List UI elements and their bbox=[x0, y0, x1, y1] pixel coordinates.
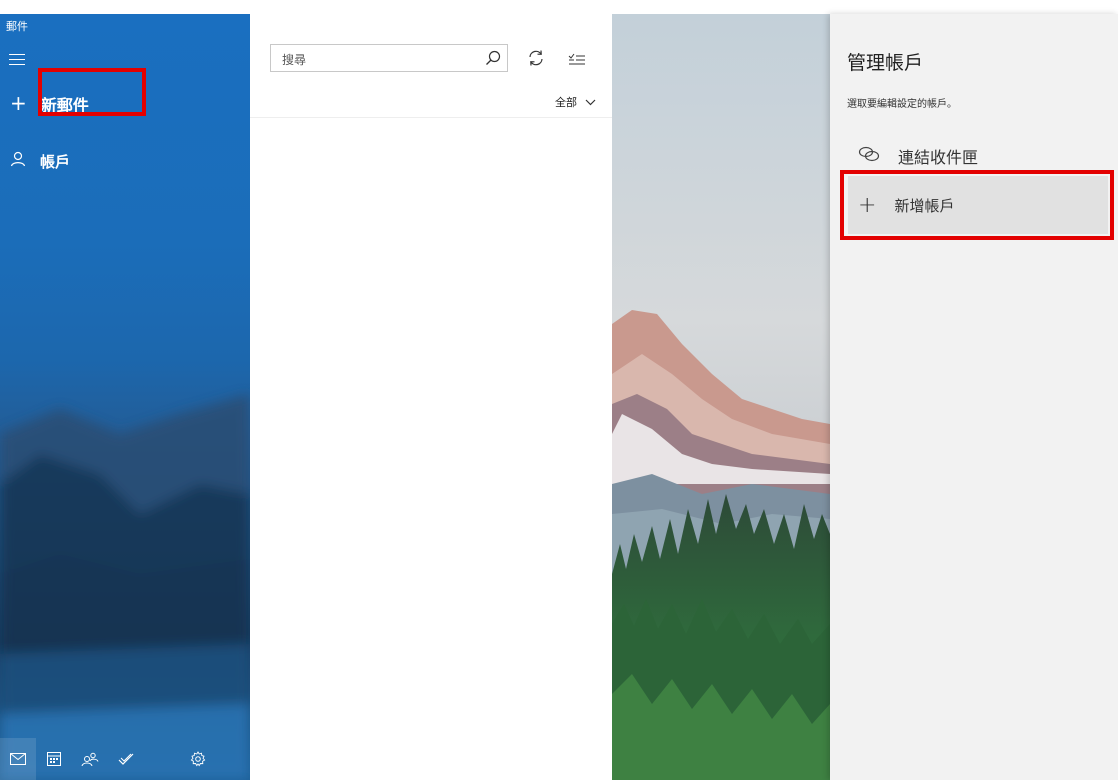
filter-label: 全部 bbox=[555, 96, 577, 109]
accounts-label: 帳戶 bbox=[40, 152, 71, 171]
search-placeholder: 搜尋 bbox=[282, 53, 307, 67]
sync-icon[interactable] bbox=[526, 49, 546, 71]
navigation-pane: 郵件 + 新郵件 帳戶 bbox=[0, 14, 250, 780]
app-switcher-bar bbox=[0, 738, 250, 780]
manage-accounts-panel: 管理帳戶 選取要編輯設定的帳戶。 連結收件匣 + 新增帳戶 bbox=[830, 14, 1118, 780]
todo-icon bbox=[118, 753, 134, 765]
background-landscape-image bbox=[612, 14, 830, 780]
hamburger-menu-icon[interactable] bbox=[9, 54, 25, 68]
todo-switch-button[interactable] bbox=[108, 738, 144, 780]
mail-icon bbox=[10, 753, 26, 765]
panel-title: 管理帳戶 bbox=[847, 52, 924, 74]
app-title: 郵件 bbox=[6, 20, 28, 33]
people-icon bbox=[81, 752, 99, 766]
new-mail-highlight-box bbox=[38, 68, 146, 116]
sidebar-background-image bbox=[0, 394, 250, 780]
accounts-button[interactable]: 帳戶 bbox=[10, 146, 70, 176]
settings-button[interactable] bbox=[180, 738, 216, 780]
add-account-highlight-box bbox=[840, 170, 1114, 240]
chevron-down-icon bbox=[585, 96, 596, 109]
message-list-pane: 搜尋 全部 bbox=[250, 14, 612, 780]
mail-app-window: 郵件 + 新郵件 帳戶 搜尋 全部 管理帳戶 選取要編輯設定的帳戶。 連結收件匣… bbox=[0, 0, 1118, 780]
link-icon bbox=[858, 146, 880, 166]
list-divider bbox=[250, 117, 612, 118]
mail-switch-button[interactable] bbox=[0, 738, 36, 780]
panel-subtitle: 選取要編輯設定的帳戶。 bbox=[847, 99, 957, 110]
calendar-switch-button[interactable] bbox=[36, 738, 72, 780]
plus-icon: + bbox=[10, 91, 27, 115]
settings-icon bbox=[190, 751, 206, 767]
people-switch-button[interactable] bbox=[72, 738, 108, 780]
person-icon bbox=[10, 151, 26, 171]
search-icon[interactable] bbox=[485, 50, 501, 70]
link-inboxes-button[interactable]: 連結收件匣 bbox=[858, 144, 978, 168]
selection-mode-icon[interactable] bbox=[568, 52, 586, 71]
calendar-icon bbox=[47, 752, 61, 766]
filter-dropdown[interactable]: 全部 bbox=[555, 94, 596, 110]
link-inboxes-label: 連結收件匣 bbox=[898, 148, 979, 167]
search-input[interactable]: 搜尋 bbox=[270, 44, 508, 72]
